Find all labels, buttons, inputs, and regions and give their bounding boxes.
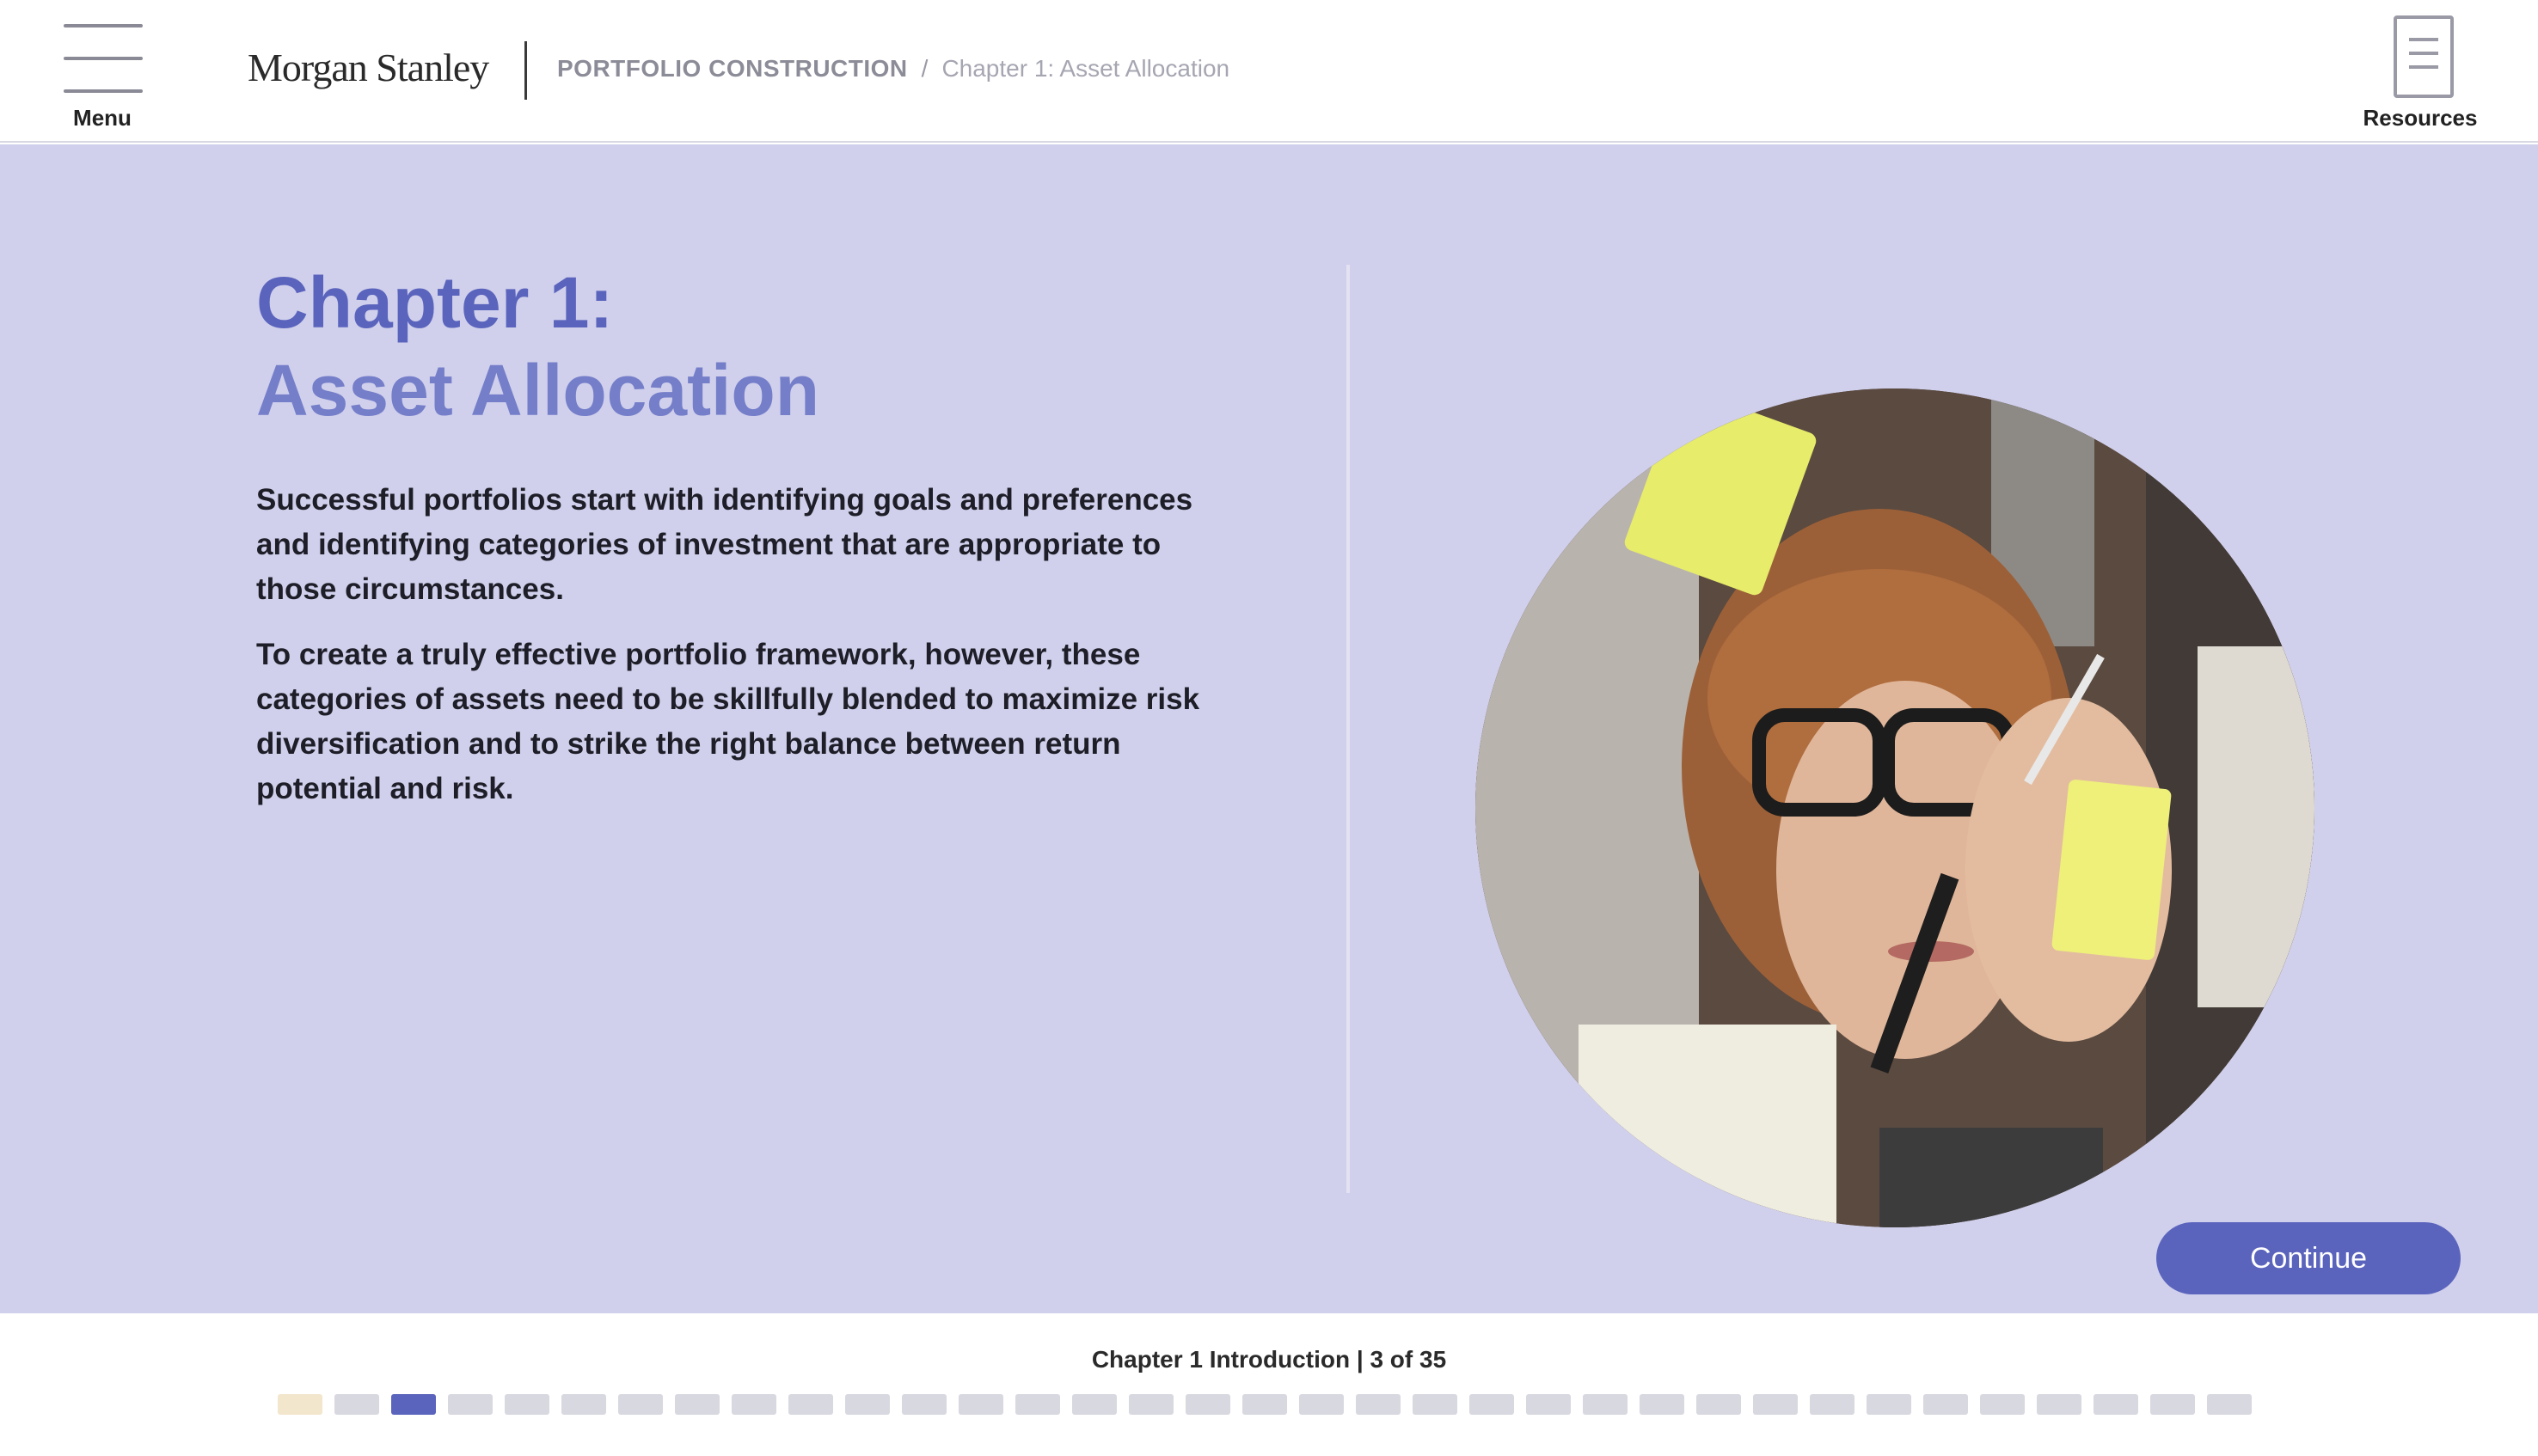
- resources-label: Resources: [2363, 105, 2478, 131]
- document-icon-line: [2409, 65, 2438, 69]
- progress-dot[interactable]: [1242, 1394, 1287, 1415]
- intro-paragraph-2: To create a truly effective portfolio fr…: [256, 638, 1200, 805]
- vertical-divider: [1346, 265, 1350, 1193]
- progress-dot[interactable]: [1696, 1394, 1741, 1415]
- chapter-intro-panel: Chapter 1: Asset Allocation Successful p…: [0, 144, 2538, 1313]
- woman-with-sticky-notes-photo: [1475, 388, 2314, 1227]
- progress-dot[interactable]: [788, 1394, 833, 1415]
- continue-button[interactable]: Continue: [2156, 1222, 2461, 1294]
- progress-dot[interactable]: [1810, 1394, 1854, 1415]
- hamburger-icon-bar: [64, 57, 143, 60]
- progress-dot[interactable]: [1867, 1394, 1911, 1415]
- document-icon-line: [2409, 52, 2438, 55]
- top-header: Menu Morgan Stanley PORTFOLIO CONSTRUCTI…: [0, 0, 2538, 143]
- progress-dot[interactable]: [845, 1394, 890, 1415]
- breadcrumb: PORTFOLIO CONSTRUCTION / Chapter 1: Asset …: [557, 55, 1229, 83]
- progress-dot[interactable]: [1469, 1394, 1514, 1415]
- progress-dot[interactable]: [561, 1394, 606, 1415]
- intro-paragraph-1: Successful portfolios start with identif…: [256, 483, 1193, 606]
- document-icon: [2394, 15, 2454, 98]
- progress-dot[interactable]: [618, 1394, 663, 1415]
- breadcrumb-separator: /: [921, 55, 929, 82]
- progress-dot[interactable]: [1072, 1394, 1117, 1415]
- progress-dot[interactable]: [505, 1394, 549, 1415]
- logo-divider: [524, 41, 527, 100]
- document-icon-line: [2409, 38, 2438, 41]
- progress-label: Chapter 1 Introduction | 3 of 35: [1091, 1346, 1447, 1373]
- progress-dot[interactable]: [278, 1394, 322, 1415]
- hamburger-icon-bar: [64, 89, 143, 93]
- progress-dot[interactable]: [1980, 1394, 2025, 1415]
- morgan-stanley-logo: Morgan Stanley: [248, 46, 489, 89]
- progress-dot[interactable]: [334, 1394, 379, 1415]
- progress-dot[interactable]: [1583, 1394, 1628, 1415]
- progress-dot[interactable]: [1753, 1394, 1798, 1415]
- photo-illustration: [1475, 388, 2314, 1227]
- progress-dot[interactable]: [1526, 1394, 1571, 1415]
- progress-dot[interactable]: [2094, 1394, 2138, 1415]
- progress-dot[interactable]: [2150, 1394, 2195, 1415]
- resources-button[interactable]: Resources: [2347, 12, 2493, 132]
- progress-dot[interactable]: [1015, 1394, 1060, 1415]
- chapter-number-title: Chapter 1:: [256, 262, 614, 343]
- progress-dot[interactable]: [391, 1394, 436, 1415]
- progress-dot[interactable]: [902, 1394, 947, 1415]
- progress-dot[interactable]: [1299, 1394, 1344, 1415]
- progress-dot[interactable]: [1413, 1394, 1457, 1415]
- progress-dot[interactable]: [675, 1394, 720, 1415]
- progress-dot[interactable]: [1356, 1394, 1401, 1415]
- progress-dot[interactable]: [1923, 1394, 1968, 1415]
- hamburger-icon: [64, 24, 143, 28]
- progress-dot[interactable]: [732, 1394, 776, 1415]
- chapter-name-title: Asset Allocation: [256, 350, 820, 431]
- progress-dot[interactable]: [1129, 1394, 1174, 1415]
- breadcrumb-current-page: Chapter 1: Asset Allocation: [941, 55, 1230, 82]
- breadcrumb-section[interactable]: PORTFOLIO CONSTRUCTION: [557, 55, 908, 82]
- progress-dot[interactable]: [2037, 1394, 2081, 1415]
- menu-label: Menu: [73, 105, 132, 131]
- progress-footer: Chapter 1 Introduction | 3 of 35: [0, 1315, 2538, 1456]
- progress-dot[interactable]: [959, 1394, 1003, 1415]
- progress-dot[interactable]: [1640, 1394, 1684, 1415]
- intro-text: Successful portfolios start with identif…: [256, 478, 1211, 832]
- progress-dot[interactable]: [2207, 1394, 2252, 1415]
- progress-dot[interactable]: [1186, 1394, 1230, 1415]
- menu-button[interactable]: Menu: [52, 19, 153, 134]
- progress-dot[interactable]: [448, 1394, 493, 1415]
